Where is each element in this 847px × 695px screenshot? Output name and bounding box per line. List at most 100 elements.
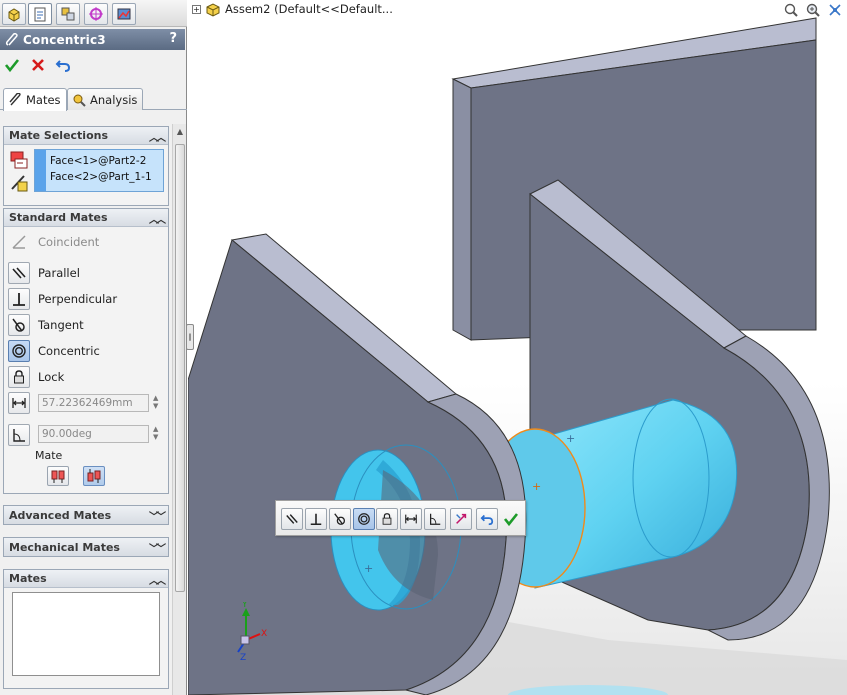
assembly-name: Assem2 (Default<<Default...: [225, 2, 393, 16]
tab-analysis-label: Analysis: [90, 92, 138, 107]
coincident-icon: [8, 231, 30, 253]
angle-spinner[interactable]: ▲ ▼: [153, 425, 163, 441]
angle-field[interactable]: 90.00deg: [38, 425, 149, 443]
configurationmanager-tab[interactable]: [56, 3, 80, 25]
assembly-model: + + +: [188, 17, 847, 695]
propertymanager-tab[interactable]: [28, 3, 52, 25]
entities-to-mate-icon: [9, 150, 29, 173]
assembly-icon: [206, 3, 220, 17]
previous-view-button[interactable]: [825, 1, 845, 19]
graphics-area[interactable]: + + + + Assem2 (Default<<Default... Y X …: [188, 0, 847, 695]
zoom-to-area-button[interactable]: [803, 1, 823, 19]
distance-field[interactable]: 57.22362469mm: [38, 394, 149, 412]
mate-option-parallel[interactable]: Parallel: [8, 262, 80, 284]
anti-aligned-icon: [87, 469, 101, 483]
mates-title: Mates: [9, 572, 47, 585]
popup-distance-button[interactable]: [400, 508, 422, 530]
triad-y-label: Y: [241, 602, 248, 610]
propertymanager-subtabs: Mates Analysis: [0, 86, 187, 111]
cancel-button[interactable]: [28, 55, 48, 75]
angle-icon: [8, 424, 30, 446]
back-plate-side: [452, 78, 472, 341]
scroll-up-arrow[interactable]: ▲: [176, 127, 184, 136]
analysis-icon: [73, 94, 86, 107]
mate-selections-list[interactable]: Face<1>@Part2-2 Face<2>@Part_1-1: [34, 149, 164, 192]
mate-option-label: Lock: [38, 370, 65, 384]
lock-icon: [8, 366, 30, 388]
mate-option-tangent[interactable]: Tangent: [8, 314, 84, 336]
featuremanager-flyout[interactable]: + Assem2 (Default<<Default...: [192, 1, 393, 17]
mates-header[interactable]: Mates ︿︿: [4, 570, 168, 588]
perpendicular-icon: [310, 513, 322, 526]
propertymanager-title: Concentric3: [23, 32, 106, 47]
mechanical-mates-title: Mechanical Mates: [9, 540, 120, 554]
featuremanager-tab[interactable]: [2, 3, 26, 25]
mate-option-concentric[interactable]: Concentric: [8, 340, 100, 362]
advanced-mates-header[interactable]: Advanced Mates ﹀﹀: [4, 506, 168, 524]
concentric-icon: [8, 340, 30, 362]
mate-alignment-label: Mate: [35, 449, 63, 462]
flip-alignment-icon: [456, 513, 467, 524]
featuremanager-icon: [8, 8, 20, 22]
triad-origin: [240, 635, 250, 645]
advanced-mates-group[interactable]: Advanced Mates ﹀﹀: [3, 505, 169, 525]
popup-concentric-button[interactable]: [353, 508, 375, 530]
display-manager-tab[interactable]: [112, 3, 136, 25]
popup-perpendicular-button[interactable]: [305, 508, 327, 530]
standard-mates-header[interactable]: Standard Mates ︿︿: [4, 209, 168, 227]
distance-mate-button[interactable]: [8, 392, 30, 414]
popup-flip-alignment-button[interactable]: [450, 508, 472, 530]
zoom-to-fit-button[interactable]: [781, 1, 801, 19]
reference-triad: Y X Z: [237, 602, 267, 662]
panel-scrollbar[interactable]: ▲: [172, 124, 186, 695]
parallel-icon: [286, 514, 298, 524]
mates-list[interactable]: [12, 592, 160, 676]
scrollbar-thumb[interactable]: [175, 144, 185, 592]
propertymanager-scroll-area: Mate Selections ︿︿ Face<1>@Part2-2 Face<…: [0, 122, 173, 695]
mate-selection-item[interactable]: Face<2>@Part_1-1: [50, 169, 152, 185]
expand-chevron-icon[interactable]: ﹀﹀: [149, 508, 166, 523]
mate-option-label: Coincident: [38, 235, 100, 249]
popup-undo-button[interactable]: [476, 508, 498, 530]
anti-aligned-button[interactable]: [83, 466, 105, 486]
tab-analysis[interactable]: Analysis: [67, 88, 144, 110]
multi-mate-icon[interactable]: [9, 173, 29, 196]
mate-selection-item[interactable]: Face<1>@Part2-2: [50, 153, 152, 169]
triad-x-label: X: [261, 629, 267, 639]
mate-option-perpendicular[interactable]: Perpendicular: [8, 288, 117, 310]
ok-button[interactable]: [2, 55, 22, 75]
mate-option-coincident[interactable]: Coincident: [8, 231, 99, 253]
angle-mate-button[interactable]: [8, 424, 30, 446]
collapse-chevron-icon[interactable]: ︿︿: [149, 211, 166, 226]
cylinder-point-mark: +: [566, 432, 575, 445]
selection-color-bar: [35, 150, 46, 191]
mate-option-lock[interactable]: Lock: [8, 366, 64, 388]
ok-check-icon: [503, 513, 519, 527]
triad-z-label: Z: [240, 653, 246, 662]
popup-lock-button[interactable]: [376, 508, 398, 530]
tab-mates[interactable]: Mates: [3, 88, 67, 111]
expand-chevron-icon[interactable]: ﹀﹀: [149, 540, 166, 555]
undo-button[interactable]: [53, 55, 73, 75]
mate-paperclip-icon: [5, 32, 18, 46]
mechanical-mates-group[interactable]: Mechanical Mates ﹀﹀: [3, 537, 169, 557]
popup-tangent-button[interactable]: [329, 508, 351, 530]
help-button[interactable]: ?: [169, 31, 177, 46]
collapse-chevron-icon[interactable]: ︿︿: [149, 129, 166, 144]
dimxpert-tab[interactable]: [84, 3, 108, 25]
popup-parallel-button[interactable]: [281, 508, 303, 530]
advanced-mates-title: Advanced Mates: [9, 508, 112, 522]
collapse-chevron-icon[interactable]: ︿︿: [149, 572, 166, 587]
popup-ok-button[interactable]: [500, 508, 522, 530]
panel-splitter-handle[interactable]: ‖: [186, 324, 194, 350]
concentric-icon: [358, 513, 370, 525]
aligned-button[interactable]: [47, 466, 69, 486]
tab-mates-label: Mates: [26, 93, 61, 107]
mate-selections-header[interactable]: Mate Selections ︿︿: [4, 127, 168, 145]
popup-angle-button[interactable]: [424, 508, 446, 530]
distance-spinner[interactable]: ▲ ▼: [153, 394, 163, 410]
tree-expander[interactable]: +: [192, 4, 201, 14]
lock-icon: [382, 513, 392, 525]
standard-mates-group: Standard Mates ︿︿ Coincident Parallel Pe…: [3, 208, 169, 494]
mechanical-mates-header[interactable]: Mechanical Mates ﹀﹀: [4, 538, 168, 556]
